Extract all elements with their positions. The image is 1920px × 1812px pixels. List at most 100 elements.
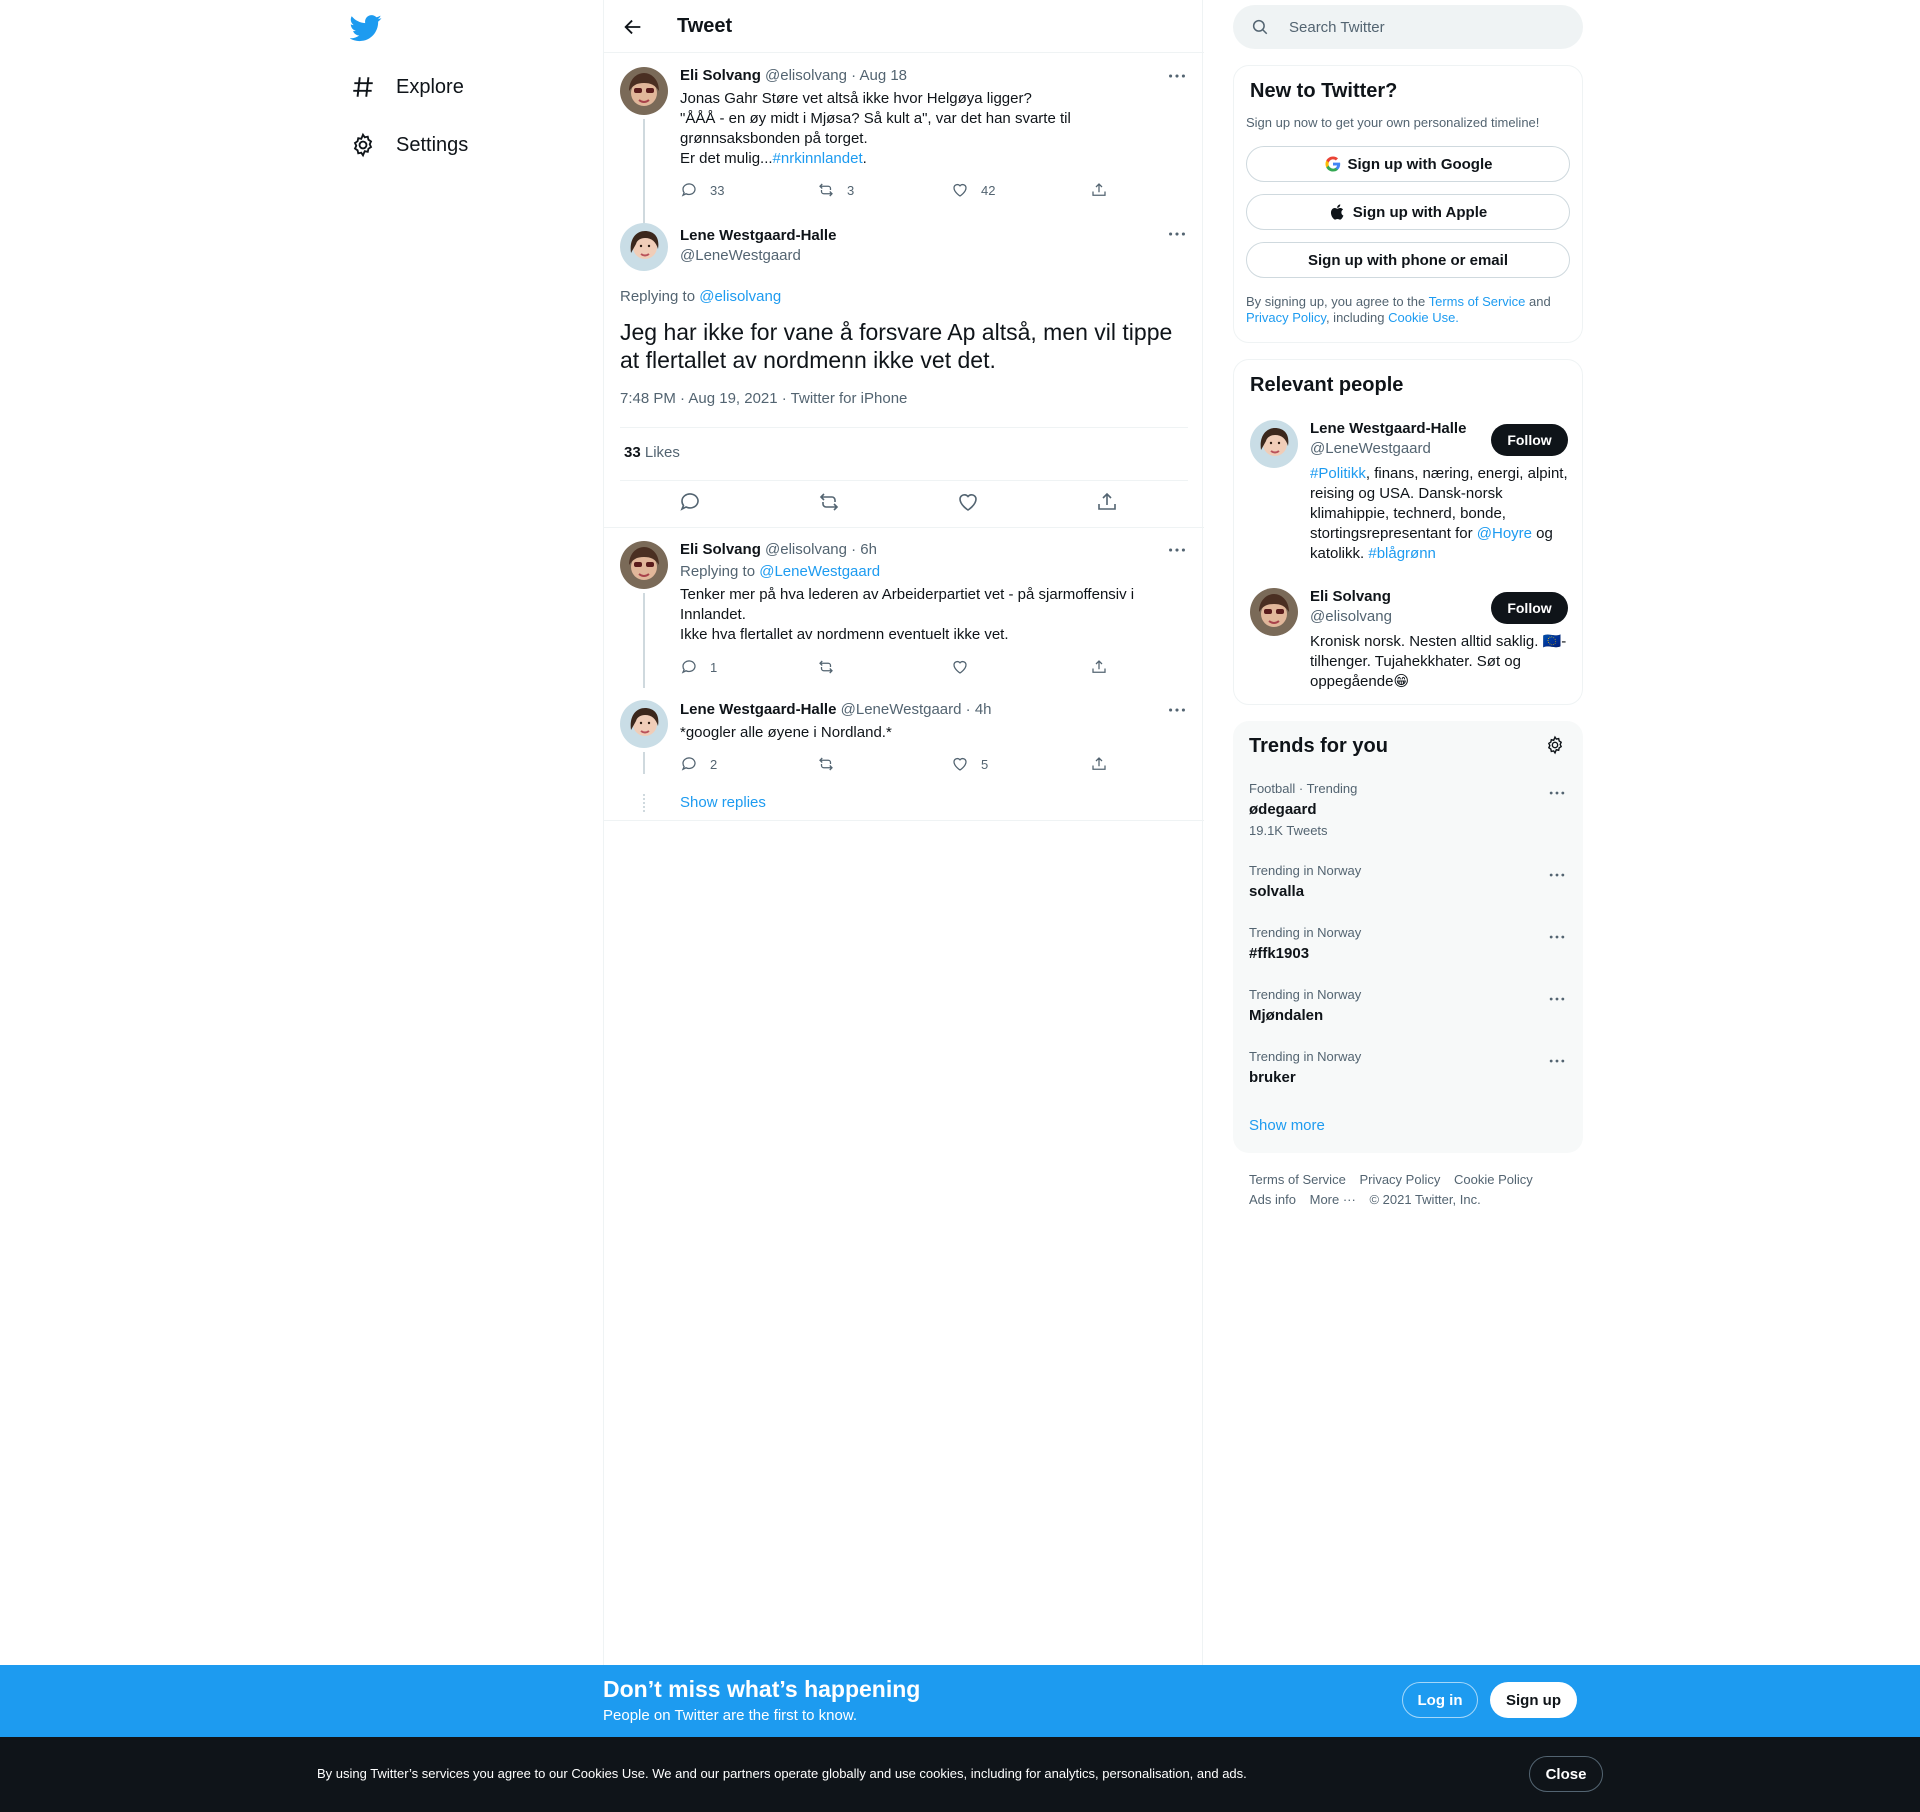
reply-button[interactable]: 2 — [680, 755, 717, 773]
author-handle[interactable]: @LeneWestgaard — [680, 247, 801, 264]
nav-item-settings[interactable]: Settings — [350, 125, 468, 165]
person-handle[interactable]: @elisolvang — [1310, 608, 1392, 625]
gear-icon[interactable] — [1545, 735, 1567, 757]
footer-link-ads[interactable]: Ads info — [1249, 1192, 1296, 1207]
more-options-icon[interactable] — [1547, 989, 1567, 1009]
share-button[interactable] — [1090, 658, 1120, 676]
divider — [604, 820, 1204, 821]
author-handle[interactable]: @elisolvang — [765, 541, 847, 558]
share-button[interactable] — [1090, 181, 1120, 199]
person-bio: Kronisk norsk. Nesten alltid saklig. 🇪🇺-… — [1310, 632, 1570, 692]
more-options-icon[interactable] — [1547, 865, 1567, 885]
avatar[interactable] — [1250, 420, 1298, 468]
avatar[interactable] — [620, 67, 668, 115]
like-button[interactable]: 42 — [951, 181, 995, 199]
footer-link-privacy[interactable]: Privacy Policy — [1359, 1172, 1440, 1187]
author-name[interactable]: Eli Solvang — [680, 67, 761, 84]
nav-item-label: Explore — [396, 75, 464, 98]
follow-button[interactable]: Follow — [1491, 592, 1568, 624]
heart-icon — [953, 757, 967, 771]
signup-apple-button[interactable]: Sign up with Apple — [1246, 194, 1570, 230]
cookie-link[interactable]: Cookie Use. — [1388, 310, 1459, 325]
trend-item[interactable]: Trending in Norway Mjøndalen — [1233, 987, 1583, 1049]
apple-icon — [1330, 204, 1344, 220]
signup-button[interactable]: Sign up — [1490, 1682, 1577, 1718]
trend-name: solvalla — [1249, 883, 1305, 900]
hashtag-link[interactable]: #nrkinnlandet — [773, 150, 863, 167]
trend-name: bruker — [1249, 1069, 1296, 1086]
retweet-icon[interactable] — [817, 490, 841, 514]
search-input[interactable] — [1289, 5, 1569, 49]
replying-to-link[interactable]: @elisolvang — [699, 288, 781, 305]
tweet-time[interactable]: · Aug 18 — [851, 67, 907, 84]
replying-to-link[interactable]: @LeneWestgaard — [759, 563, 880, 580]
more-options-icon[interactable] — [1166, 223, 1188, 245]
show-replies-link[interactable]: Show replies — [680, 794, 766, 811]
footer-link-cookie[interactable]: Cookie Policy — [1454, 1172, 1533, 1187]
likes-count-link[interactable]: 33 Likes — [624, 444, 680, 461]
trend-item[interactable]: Trending in Norway bruker — [1233, 1049, 1583, 1111]
search-box[interactable] — [1233, 5, 1583, 49]
like-button[interactable]: 5 — [951, 755, 988, 773]
avatar[interactable] — [620, 700, 668, 748]
retweet-button[interactable] — [817, 755, 847, 773]
heart-icon[interactable] — [956, 490, 980, 514]
show-more-link[interactable]: Show more — [1249, 1117, 1325, 1134]
person-eli[interactable]: Eli Solvang @elisolvang Follow Kronisk n… — [1250, 588, 1568, 698]
privacy-link[interactable]: Privacy Policy — [1246, 310, 1326, 325]
avatar[interactable] — [620, 223, 668, 271]
author-name[interactable]: Lene Westgaard-Halle — [680, 227, 836, 244]
author-handle[interactable]: @LeneWestgaard — [841, 701, 962, 718]
nav-item-explore[interactable]: Explore — [350, 67, 464, 107]
avatar[interactable] — [620, 541, 668, 589]
tweet-time[interactable]: · 4h — [966, 701, 992, 718]
more-options-icon[interactable] — [1166, 699, 1188, 721]
author-name[interactable]: Eli Solvang — [680, 541, 761, 558]
person-handle[interactable]: @LeneWestgaard — [1310, 440, 1431, 457]
author-name[interactable]: Lene Westgaard-Halle — [680, 701, 836, 718]
share-icon[interactable] — [1095, 490, 1119, 514]
trend-item[interactable]: Trending in Norway #ffk1903 — [1233, 925, 1583, 987]
more-options-icon[interactable] — [1166, 65, 1188, 87]
tweet-text: *googler alle øyene i Nordland.* — [680, 724, 892, 741]
reply-button[interactable]: 33 — [680, 181, 724, 199]
more-options-icon[interactable] — [1547, 927, 1567, 947]
trend-item[interactable]: Trending in Norway solvalla — [1233, 863, 1583, 925]
hashtag-link[interactable]: #blågrønn — [1368, 545, 1436, 562]
retweet-button[interactable]: 3 — [817, 181, 854, 199]
reply-icon[interactable] — [678, 490, 702, 514]
parent-tweet[interactable]: Eli Solvang @elisolvang · Aug 18 Jonas G… — [604, 53, 1204, 223]
footer-link-terms[interactable]: Terms of Service — [1249, 1172, 1346, 1187]
reply-button[interactable]: 1 — [680, 658, 717, 676]
more-options-icon[interactable] — [1547, 783, 1567, 803]
avatar[interactable] — [1250, 588, 1298, 636]
login-button[interactable]: Log in — [1402, 1682, 1478, 1718]
more-options-icon[interactable] — [1547, 1051, 1567, 1071]
more-options-icon[interactable] — [1166, 539, 1188, 561]
like-button[interactable] — [951, 658, 981, 676]
nav-item-label: Settings — [396, 133, 469, 156]
reply-tweet[interactable]: Eli Solvang @elisolvang · 6h Replying to… — [604, 528, 1204, 688]
footer-link-more[interactable]: More ··· — [1310, 1192, 1356, 1207]
page-header: Tweet — [604, 0, 1204, 53]
person-lene[interactable]: Lene Westgaard-Halle @LeneWestgaard Foll… — [1250, 420, 1568, 570]
retweet-button[interactable] — [817, 658, 847, 676]
terms-link[interactable]: Terms of Service — [1429, 294, 1526, 309]
follow-button[interactable]: Follow — [1491, 424, 1568, 456]
tweet-time[interactable]: · 6h — [851, 541, 877, 558]
person-name[interactable]: Eli Solvang — [1310, 588, 1391, 605]
trend-item[interactable]: Football · Trending ødegaard 19.1K Tweet… — [1233, 781, 1583, 843]
cookie-close-button[interactable]: Close — [1529, 1756, 1603, 1792]
signup-phone-email-button[interactable]: Sign up with phone or email — [1246, 242, 1570, 278]
hashtag-link[interactable]: #Politikk — [1310, 465, 1366, 482]
signup-google-button[interactable]: Sign up with Google — [1246, 146, 1570, 182]
mention-link[interactable]: @Hoyre — [1477, 525, 1532, 542]
tweet-timestamp[interactable]: 7:48 PM · Aug 19, 2021 · Twitter for iPh… — [620, 390, 907, 407]
twitter-logo-icon[interactable] — [350, 12, 382, 44]
reply-count: 1 — [710, 659, 718, 675]
reply-tweet[interactable]: Lene Westgaard-Halle @LeneWestgaard · 4h… — [604, 688, 1204, 820]
author-handle[interactable]: @elisolvang — [765, 67, 847, 84]
back-arrow-icon[interactable] — [620, 14, 646, 40]
share-button[interactable] — [1090, 755, 1120, 773]
person-name[interactable]: Lene Westgaard-Halle — [1310, 420, 1466, 437]
